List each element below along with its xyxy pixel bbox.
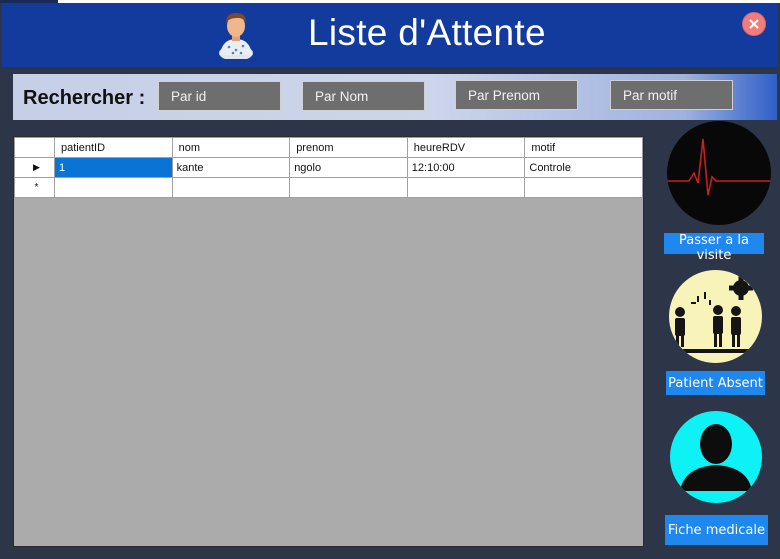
- cell-heurerdv[interactable]: 12:10:00: [406, 157, 526, 178]
- visit-button[interactable]: Passer a la visite: [664, 233, 764, 263]
- search-by-motif-input[interactable]: [610, 80, 733, 110]
- column-header-motif[interactable]: motif: [524, 137, 643, 158]
- heartbeat-icon[interactable]: [667, 121, 771, 225]
- search-bar: Rechercher :: [13, 74, 777, 120]
- row-header-corner: [14, 137, 55, 158]
- person-silhouette-icon[interactable]: [670, 411, 762, 503]
- search-by-prenom-input[interactable]: [455, 80, 578, 110]
- window-title: Liste d'Attente: [308, 12, 546, 53]
- new-row[interactable]: *: [14, 177, 643, 198]
- table-row[interactable]: ▶ 1 kante ngolo 12:10:00 Controle: [14, 157, 643, 178]
- medical-record-button[interactable]: Fiche medicale: [665, 515, 768, 545]
- patient-absent-button[interactable]: Patient Absent: [666, 371, 765, 395]
- cell-motif[interactable]: Controle: [524, 157, 643, 178]
- close-button[interactable]: [742, 12, 766, 36]
- title-bar: Liste d'Attente: [2, 3, 778, 67]
- search-by-nom-input[interactable]: [302, 81, 425, 111]
- close-icon: [749, 19, 759, 29]
- cell-nom[interactable]: kante: [171, 157, 291, 178]
- current-row-indicator[interactable]: ▶: [14, 157, 55, 178]
- waiting-list-window: Liste d'Attente Rechercher : patientID n…: [0, 0, 780, 559]
- column-header-nom[interactable]: nom: [171, 137, 291, 158]
- cell-prenom[interactable]: ngolo: [289, 157, 408, 178]
- column-header-heurerdv[interactable]: heureRDV: [406, 137, 526, 158]
- grid-header-row: patientID nom prenom heureRDV motif: [14, 137, 643, 158]
- column-header-prenom[interactable]: prenom: [289, 137, 408, 158]
- new-cell-prenom[interactable]: [289, 177, 408, 198]
- new-row-indicator[interactable]: *: [14, 177, 55, 198]
- new-cell-motif[interactable]: [524, 177, 643, 198]
- search-by-id-input[interactable]: [158, 81, 281, 111]
- patients-grid[interactable]: patientID nom prenom heureRDV motif ▶ 1 …: [13, 136, 644, 547]
- column-header-patientid[interactable]: patientID: [54, 137, 173, 158]
- cell-patientid[interactable]: 1: [54, 157, 173, 178]
- search-label: Rechercher :: [23, 87, 146, 109]
- new-cell-nom[interactable]: [171, 177, 291, 198]
- new-cell-patientid[interactable]: [54, 177, 173, 198]
- absent-patients-icon[interactable]: [669, 270, 762, 363]
- new-cell-heurerdv[interactable]: [406, 177, 526, 198]
- patient-icon: [214, 9, 258, 61]
- patients-table: patientID nom prenom heureRDV motif ▶ 1 …: [14, 137, 643, 198]
